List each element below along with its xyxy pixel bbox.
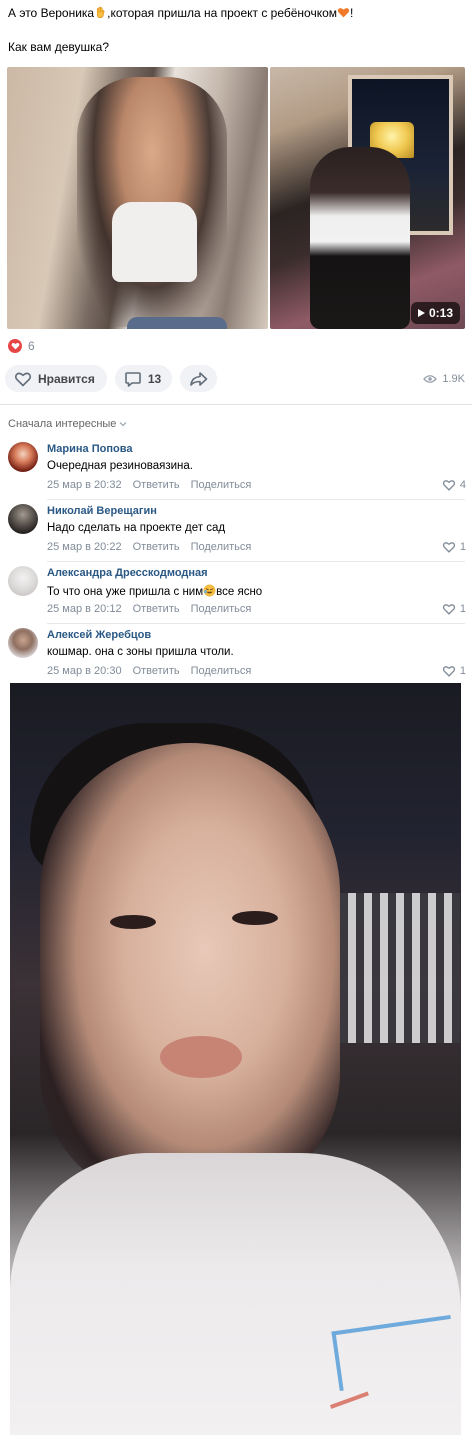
post-text: А это Вероника ,которая пришла на проект … — [8, 5, 464, 55]
heart-outline-icon — [442, 666, 455, 677]
comment-author[interactable]: Марина Попова — [47, 443, 132, 455]
views-count: 1.9K — [442, 372, 465, 385]
share-link[interactable]: Поделиться — [191, 665, 252, 677]
laughing-emoji-icon — [203, 584, 216, 597]
comment-like-button[interactable]: 4 — [442, 479, 466, 491]
comment-author[interactable]: Николай Верещагин — [47, 505, 157, 517]
raised-hand-emoji-icon — [97, 6, 105, 19]
comment-author[interactable]: Александра Дресскодмодная — [47, 567, 208, 579]
avatar[interactable] — [8, 628, 38, 658]
post-photo-1[interactable] — [7, 67, 268, 329]
comment-date[interactable]: 25 мар в 20:30 — [47, 665, 122, 677]
comment-text: Очередная резиноваязина. — [47, 460, 193, 472]
post-text-part: ! — [350, 6, 354, 20]
avatar[interactable] — [8, 504, 38, 534]
comment-item: Николай Верещагин Надо сделать на проект… — [0, 500, 472, 562]
video-duration-badge: 0:13 — [410, 302, 460, 324]
reply-button[interactable]: Ответить — [133, 479, 180, 491]
comment-text-part: все ясно — [216, 586, 263, 598]
reply-button[interactable]: Ответить — [133, 541, 180, 553]
comment-author[interactable]: Алексей Жеребцов — [47, 629, 151, 641]
like-button[interactable]: Нравится — [5, 365, 107, 392]
comment-text: То что она уже пришла с ним все ясно — [47, 584, 262, 598]
comment-date[interactable]: 25 мар в 20:22 — [47, 541, 122, 553]
share-link[interactable]: Поделиться — [191, 603, 252, 615]
comment-item: Марина Попова Очередная резиноваязина. 2… — [0, 438, 472, 500]
post-line-2: Как вам девушка? — [8, 40, 110, 54]
comments-sort-dropdown[interactable]: Сначала интересные — [8, 418, 127, 430]
sort-label: Сначала интересные — [8, 418, 117, 430]
comment-item: Александра Дресскодмодная То что она уже… — [0, 562, 472, 624]
video-duration: 0:13 — [428, 306, 453, 320]
comment-date[interactable]: 25 мар в 20:12 — [47, 603, 122, 615]
heart-outline-icon — [442, 480, 455, 491]
likes-count: 6 — [28, 339, 35, 353]
share-link[interactable]: Поделиться — [191, 479, 252, 491]
share-button[interactable] — [180, 365, 218, 392]
heart-icon — [8, 339, 22, 353]
post-actions: Нравится 13 1.9K — [5, 365, 467, 392]
post-line-1: А это Вероника ,которая пришла на проект … — [8, 5, 464, 21]
avatar[interactable] — [8, 442, 38, 472]
play-icon — [417, 309, 425, 317]
comment-text: Надо сделать на проекте дет сад — [47, 522, 226, 534]
views-counter: 1.9K — [423, 373, 467, 385]
heart-outline-icon — [442, 604, 455, 615]
like-label: Нравится — [38, 371, 95, 386]
reply-button[interactable]: Ответить — [133, 603, 180, 615]
comment-icon — [125, 371, 141, 387]
post-text-part: А это Вероника — [8, 6, 95, 20]
eye-icon — [423, 374, 438, 383]
video-frame[interactable] — [10, 683, 461, 1435]
comment-likes-count: 1 — [459, 665, 466, 677]
comment-likes-count: 4 — [459, 479, 466, 491]
post-text-part: ,которая пришла на проект с ребёночком — [107, 6, 338, 20]
comments-count: 13 — [147, 371, 162, 386]
comment-like-button[interactable]: 1 — [442, 603, 466, 615]
divider — [0, 404, 472, 405]
orange-heart-emoji-icon — [337, 8, 350, 18]
comment-like-button[interactable]: 1 — [442, 541, 466, 553]
chevron-down-icon — [119, 422, 127, 427]
comment-text: кошмар. она с зоны пришла чтоли. — [47, 646, 234, 658]
avatar[interactable] — [8, 566, 38, 596]
comment-date[interactable]: 25 мар в 20:32 — [47, 479, 122, 491]
comment-like-button[interactable]: 1 — [442, 665, 466, 677]
share-link[interactable]: Поделиться — [191, 541, 252, 553]
comment-likes-count: 1 — [459, 603, 466, 615]
reactions-summary[interactable]: 6 — [8, 339, 35, 353]
comment-item: Алексей Жеребцов кошмар. она с зоны приш… — [0, 624, 472, 686]
share-icon — [190, 371, 208, 386]
comment-text-part: То что она уже пришла с ним — [47, 586, 204, 598]
heart-outline-icon — [14, 372, 32, 387]
comment-button[interactable]: 13 — [114, 365, 173, 392]
post-video-thumbnail[interactable]: 0:13 — [270, 67, 465, 329]
comment-likes-count: 1 — [459, 541, 466, 553]
reply-button[interactable]: Ответить — [133, 665, 180, 677]
heart-outline-icon — [442, 542, 455, 553]
